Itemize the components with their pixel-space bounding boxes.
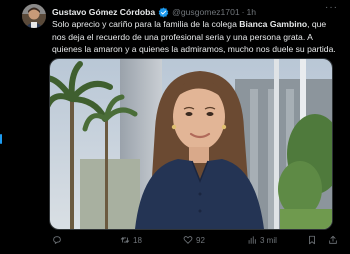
header-separator: · — [241, 6, 245, 17]
verified-badge-icon — [158, 7, 169, 17]
share-icon — [329, 235, 337, 244]
like-button[interactable]: 92 — [183, 235, 205, 245]
portrait-photo — [50, 59, 332, 229]
retweet-count: 18 — [133, 235, 142, 245]
reply-button[interactable] — [52, 235, 65, 245]
scroll-indicator — [0, 134, 2, 144]
retweet-icon — [120, 236, 130, 244]
retweet-button[interactable]: 18 — [120, 235, 142, 245]
tweet-text-mention: Bianca Gambino — [239, 19, 308, 29]
author-name[interactable]: Gustavo Gómez Córdoba — [52, 6, 155, 19]
tweet-timestamp[interactable]: 1h — [247, 6, 257, 19]
reply-icon — [53, 236, 61, 245]
author-avatar[interactable] — [22, 4, 46, 28]
tweet-text: Solo aprecio y cariño para la familia de… — [52, 18, 342, 56]
like-icon — [183, 236, 193, 244]
tweet-header: Gustavo Gómez Córdoba @gusgomez1701 · 1h — [52, 5, 342, 19]
views-count: 3 mil — [260, 235, 277, 245]
share-button[interactable] — [328, 235, 338, 245]
tweet-text-part1: Solo aprecio y cariño para la familia de… — [52, 19, 240, 29]
tweet-actions: 18 92 3 mil — [52, 235, 342, 249]
views-icon — [248, 236, 256, 244]
more-icon[interactable]: ··· — [325, 2, 338, 13]
bookmark-button[interactable] — [307, 235, 317, 245]
author-handle[interactable]: @gusgomez1701 — [172, 6, 240, 19]
tweet-photo[interactable] — [49, 58, 333, 230]
bookmark-icon — [309, 235, 315, 245]
views-button[interactable]: 3 mil — [247, 235, 277, 245]
tweet-card[interactable]: Gustavo Gómez Córdoba @gusgomez1701 · 1h… — [8, 0, 348, 254]
like-count: 92 — [196, 235, 205, 245]
